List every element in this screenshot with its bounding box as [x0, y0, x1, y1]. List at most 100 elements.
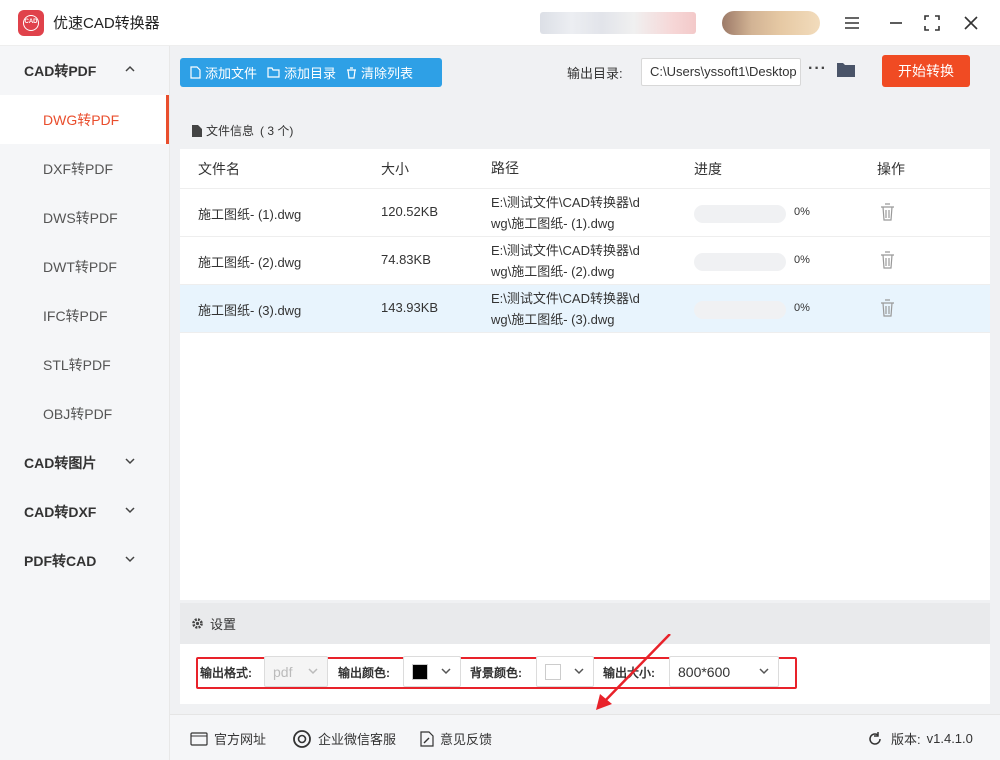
website-icon	[190, 731, 208, 746]
sidebar-item-dwg-to-pdf[interactable]: DWG转PDF	[0, 95, 169, 144]
start-convert-button[interactable]: 开始转换	[882, 55, 970, 87]
feedback-label: 意见反馈	[440, 732, 493, 747]
file-name: 施工图纸- (3).dwg	[198, 303, 302, 318]
column-header-action: 操作	[877, 160, 905, 177]
file-panel: 文件信息 ( 3 个) 文件名 大小 路径 进度 操作 施工图纸- (1).dw…	[180, 112, 990, 600]
delete-icon[interactable]	[880, 299, 895, 317]
settings-title: 设置	[210, 617, 237, 632]
minimize-icon[interactable]	[883, 10, 909, 36]
folder-icon	[267, 67, 280, 78]
clear-list-label: 清除列表	[361, 66, 414, 81]
sidebar-group-cad-to-dxf[interactable]: CAD转DXF	[0, 487, 169, 536]
gear-icon	[192, 618, 203, 629]
app-title: 优速CAD转换器	[53, 15, 160, 32]
progress-text: 0%	[794, 302, 810, 314]
sidebar-group-label: CAD转PDF	[24, 62, 97, 79]
output-color-select[interactable]	[403, 656, 461, 687]
open-folder-icon[interactable]	[836, 61, 856, 78]
title-bar: CAD 优速CAD转换器	[0, 0, 1000, 46]
version-label: 版本:	[891, 732, 921, 747]
file-path-line: E:\测试文件\CAD转换器\d	[491, 195, 640, 210]
file-path: E:\测试文件\CAD转换器\d wg\施工图纸- (2).dwg	[491, 240, 661, 282]
wechat-service-label: 企业微信客服	[318, 732, 397, 747]
column-header-progress: 进度	[694, 160, 722, 177]
more-button[interactable]: ···	[808, 60, 826, 82]
sidebar-group-label: CAD转DXF	[24, 503, 97, 520]
progress-bar	[694, 301, 786, 319]
close-icon[interactable]	[958, 10, 984, 36]
app-logo-text: CAD	[23, 14, 39, 31]
sidebar-group-pdf-to-cad[interactable]: PDF转CAD	[0, 536, 169, 585]
annotation-arrow	[596, 634, 671, 710]
file-path: E:\测试文件\CAD转换器\d wg\施工图纸- (1).dwg	[491, 192, 661, 234]
delete-icon[interactable]	[880, 203, 895, 221]
column-header-size: 大小	[381, 160, 409, 177]
output-format-label: 输出格式:	[200, 666, 252, 680]
column-header-name: 文件名	[198, 160, 240, 177]
website-link[interactable]: 官方网址	[190, 729, 266, 748]
add-folder-button[interactable]: 添加目录	[257, 58, 336, 87]
file-toolbar: 添加文件 添加目录 清除列表	[180, 58, 442, 87]
chevron-down-icon	[441, 668, 451, 675]
table-row[interactable]: 施工图纸- (1).dwg 120.52KB E:\测试文件\CAD转换器\d …	[180, 189, 990, 237]
chevron-up-icon	[125, 65, 135, 72]
progress-text: 0%	[794, 206, 810, 218]
background-color-swatch	[545, 663, 561, 680]
progress-bar	[694, 205, 786, 223]
feedback-link[interactable]: 意见反馈	[420, 729, 492, 748]
chevron-down-icon	[308, 668, 318, 675]
table-header: 文件名 大小 路径 进度 操作	[180, 149, 990, 189]
add-file-label: 添加文件	[205, 66, 258, 81]
output-dir-label: 输出目录:	[567, 66, 623, 81]
sidebar-group-label: PDF转CAD	[24, 552, 97, 569]
output-format-value: pdf	[273, 663, 293, 680]
sidebar-item-dwt-to-pdf[interactable]: DWT转PDF	[0, 242, 169, 291]
file-path-line: E:\测试文件\CAD转换器\d	[491, 243, 640, 258]
sidebar-item-dxf-to-pdf[interactable]: DXF转PDF	[0, 144, 169, 193]
file-size: 74.83KB	[381, 252, 431, 267]
sidebar-item-obj-to-pdf[interactable]: OBJ转PDF	[0, 389, 169, 438]
clear-list-button[interactable]: 清除列表	[336, 58, 413, 87]
file-size: 120.52KB	[381, 204, 439, 219]
file-path-line: wg\施工图纸- (1).dwg	[491, 216, 615, 231]
column-header-path: 路径	[491, 160, 519, 176]
file-icon	[190, 66, 201, 79]
sidebar-group-label: CAD转图片	[24, 454, 97, 471]
table-row[interactable]: 施工图纸- (2).dwg 74.83KB E:\测试文件\CAD转换器\d w…	[180, 237, 990, 285]
file-panel-header: 文件信息 ( 3 个)	[180, 112, 990, 149]
sidebar-group-cad-to-image[interactable]: CAD转图片	[0, 438, 169, 487]
version-value: v1.4.1.0	[926, 731, 973, 746]
settings-header: 设置	[180, 603, 990, 644]
menu-icon[interactable]	[839, 10, 865, 36]
feedback-icon	[420, 730, 434, 747]
file-name: 施工图纸- (1).dwg	[198, 207, 302, 222]
chat-icon	[293, 729, 311, 748]
output-format-select[interactable]: pdf	[264, 656, 328, 687]
file-name: 施工图纸- (2).dwg	[198, 255, 302, 270]
output-dir-field[interactable]: C:\Users\yssoft1\Desktop	[641, 58, 801, 86]
refresh-icon[interactable]	[867, 731, 883, 747]
app-logo: CAD	[18, 9, 44, 36]
file-path-line: E:\测试文件\CAD转换器\d	[491, 291, 640, 306]
chevron-down-icon	[125, 507, 135, 514]
file-path-line: wg\施工图纸- (3).dwg	[491, 312, 615, 327]
sidebar-item-stl-to-pdf[interactable]: STL转PDF	[0, 340, 169, 389]
file-count: ( 3 个)	[260, 124, 294, 138]
sidebar-item-ifc-to-pdf[interactable]: IFC转PDF	[0, 291, 169, 340]
settings-panel: 输出格式: pdf 输出颜色: 背景颜色: 输出大小: 800*600	[180, 644, 990, 704]
chevron-down-icon	[574, 668, 584, 675]
background-color-select[interactable]	[536, 656, 594, 687]
table-row[interactable]: 施工图纸- (3).dwg 143.93KB E:\测试文件\CAD转换器\d …	[180, 285, 990, 333]
blurred-user-info	[540, 12, 696, 34]
wechat-service-link[interactable]: 企业微信客服	[292, 729, 396, 748]
chevron-down-icon	[125, 458, 135, 465]
add-file-button[interactable]: 添加文件	[180, 58, 257, 87]
file-panel-title: 文件信息	[206, 124, 255, 138]
delete-icon[interactable]	[880, 251, 895, 269]
website-label: 官方网址	[214, 732, 267, 747]
sidebar-item-dws-to-pdf[interactable]: DWS转PDF	[0, 193, 169, 242]
blurred-avatar[interactable]	[722, 11, 820, 35]
chevron-down-icon	[759, 668, 769, 675]
sidebar-group-cad-to-pdf[interactable]: CAD转PDF	[0, 46, 169, 95]
maximize-icon[interactable]	[919, 10, 945, 36]
